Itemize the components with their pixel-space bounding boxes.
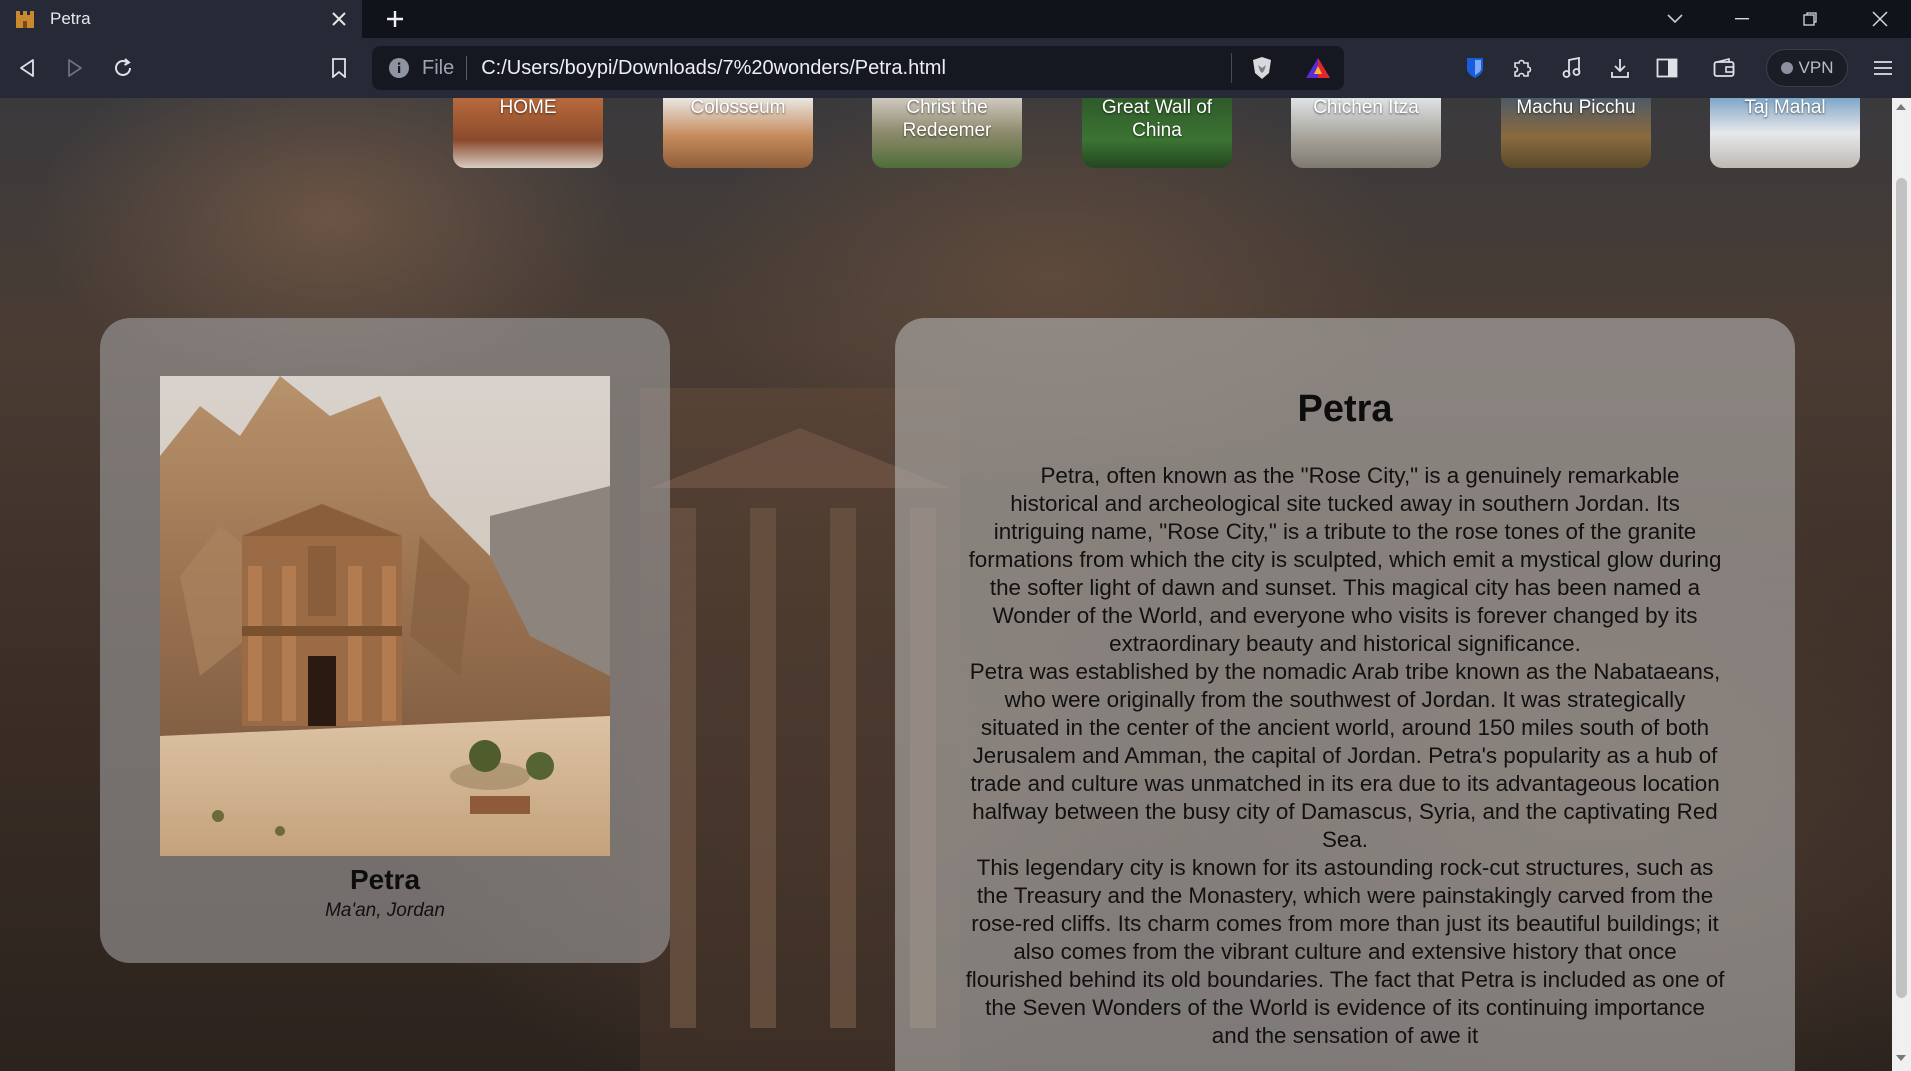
article-body: Petra, often known as the "Rose City," i… [965, 462, 1725, 1050]
info-icon[interactable] [388, 57, 410, 79]
scroll-up-arrow-icon[interactable] [1896, 104, 1906, 110]
nav-taj-mahal-link[interactable]: Taj Mahal [1710, 98, 1860, 168]
url-scheme-label: File [422, 56, 455, 79]
vpn-label: VPN [1798, 58, 1834, 77]
brave-rewards-icon[interactable] [1292, 57, 1344, 79]
address-bar[interactable]: File C:/Users/boypi/Downloads/7%20wonder… [372, 46, 1344, 90]
tab-search-chevron-down-icon[interactable] [1645, 0, 1705, 38]
article-paragraph: Petra was established by the nomadic Ara… [969, 659, 1721, 852]
article-paragraph: Petra, often known as the "Rose City," i… [968, 463, 1722, 656]
nav-great-wall-label: Great Wall of China [1101, 98, 1213, 141]
nav-machu-picchu-label: Machu Picchu [1516, 98, 1636, 118]
brave-shields-icon[interactable] [1232, 56, 1292, 80]
nav-chichen-itza-label: Chichen Itza [1313, 98, 1419, 118]
nav-christ-the-redeemer-label: Christ the Redeemer [902, 98, 992, 141]
media-music-icon[interactable] [1555, 51, 1589, 85]
nav-great-wall-link[interactable]: Great Wall of China [1082, 98, 1232, 168]
nav-colosseum-link[interactable]: Colosseum [663, 98, 813, 168]
nav-chichen-itza-link[interactable]: Chichen Itza [1291, 98, 1441, 168]
feature-title: Petra [349, 864, 421, 895]
vpn-status-dot [1780, 62, 1793, 74]
scroll-down-arrow-icon[interactable] [1896, 1055, 1906, 1061]
forward-icon[interactable] [58, 51, 92, 85]
close-tab-icon[interactable] [322, 2, 356, 36]
bitwarden-extension-icon[interactable] [1458, 51, 1492, 85]
vpn-button[interactable]: VPN [1766, 49, 1848, 87]
close-window-icon[interactable] [1850, 0, 1910, 38]
minimize-icon[interactable] [1712, 0, 1772, 38]
bookmark-icon[interactable] [322, 51, 356, 85]
url-text[interactable]: C:/Users/boypi/Downloads/7%20wonders/Pet… [481, 57, 1231, 80]
sidebar-toggle-icon[interactable] [1650, 51, 1684, 85]
nav-christ-the-redeemer-link[interactable]: Christ the Redeemer [872, 98, 1022, 168]
wallet-icon[interactable] [1707, 51, 1741, 85]
scrollbar-thumb[interactable] [1896, 178, 1907, 998]
extensions-puzzle-icon[interactable] [1505, 51, 1539, 85]
article-paragraph: This legendary city is known for its ast… [965, 855, 1725, 1048]
nav-taj-mahal-label: Taj Mahal [1744, 98, 1826, 118]
petra-monastery-photo [160, 376, 610, 856]
article-card: Petra Petra, often known as the "Rose Ci… [895, 318, 1795, 1071]
url-separator [466, 56, 468, 80]
tab-petra[interactable]: Petra [0, 0, 362, 38]
castle-favicon-icon [16, 11, 34, 28]
page-scrollbar[interactable] [1892, 98, 1911, 1071]
page-viewport: HOME Colosseum Christ the Redeemer Great… [0, 98, 1892, 1071]
restore-icon[interactable] [1780, 0, 1840, 38]
reload-icon[interactable] [106, 51, 140, 85]
tab-title: Petra [50, 9, 91, 28]
feature-location: Ma'an, Jordan [325, 900, 445, 921]
nav-home-label: HOME [499, 98, 557, 118]
nav-machu-picchu-link[interactable]: Machu Picchu [1501, 98, 1651, 168]
feature-card: Petra Ma'an, Jordan [100, 318, 670, 963]
article-title: Petra [1297, 388, 1393, 430]
download-icon[interactable] [1603, 51, 1637, 85]
new-tab-icon[interactable] [378, 2, 412, 36]
tab-bar: Petra [0, 0, 1911, 38]
main-menu-hamburger-icon[interactable] [1866, 51, 1900, 85]
browser-toolbar: File C:/Users/boypi/Downloads/7%20wonder… [0, 38, 1911, 98]
nav-home-link[interactable]: HOME [453, 98, 603, 168]
back-icon[interactable] [10, 51, 44, 85]
nav-colosseum-label: Colosseum [690, 98, 786, 118]
